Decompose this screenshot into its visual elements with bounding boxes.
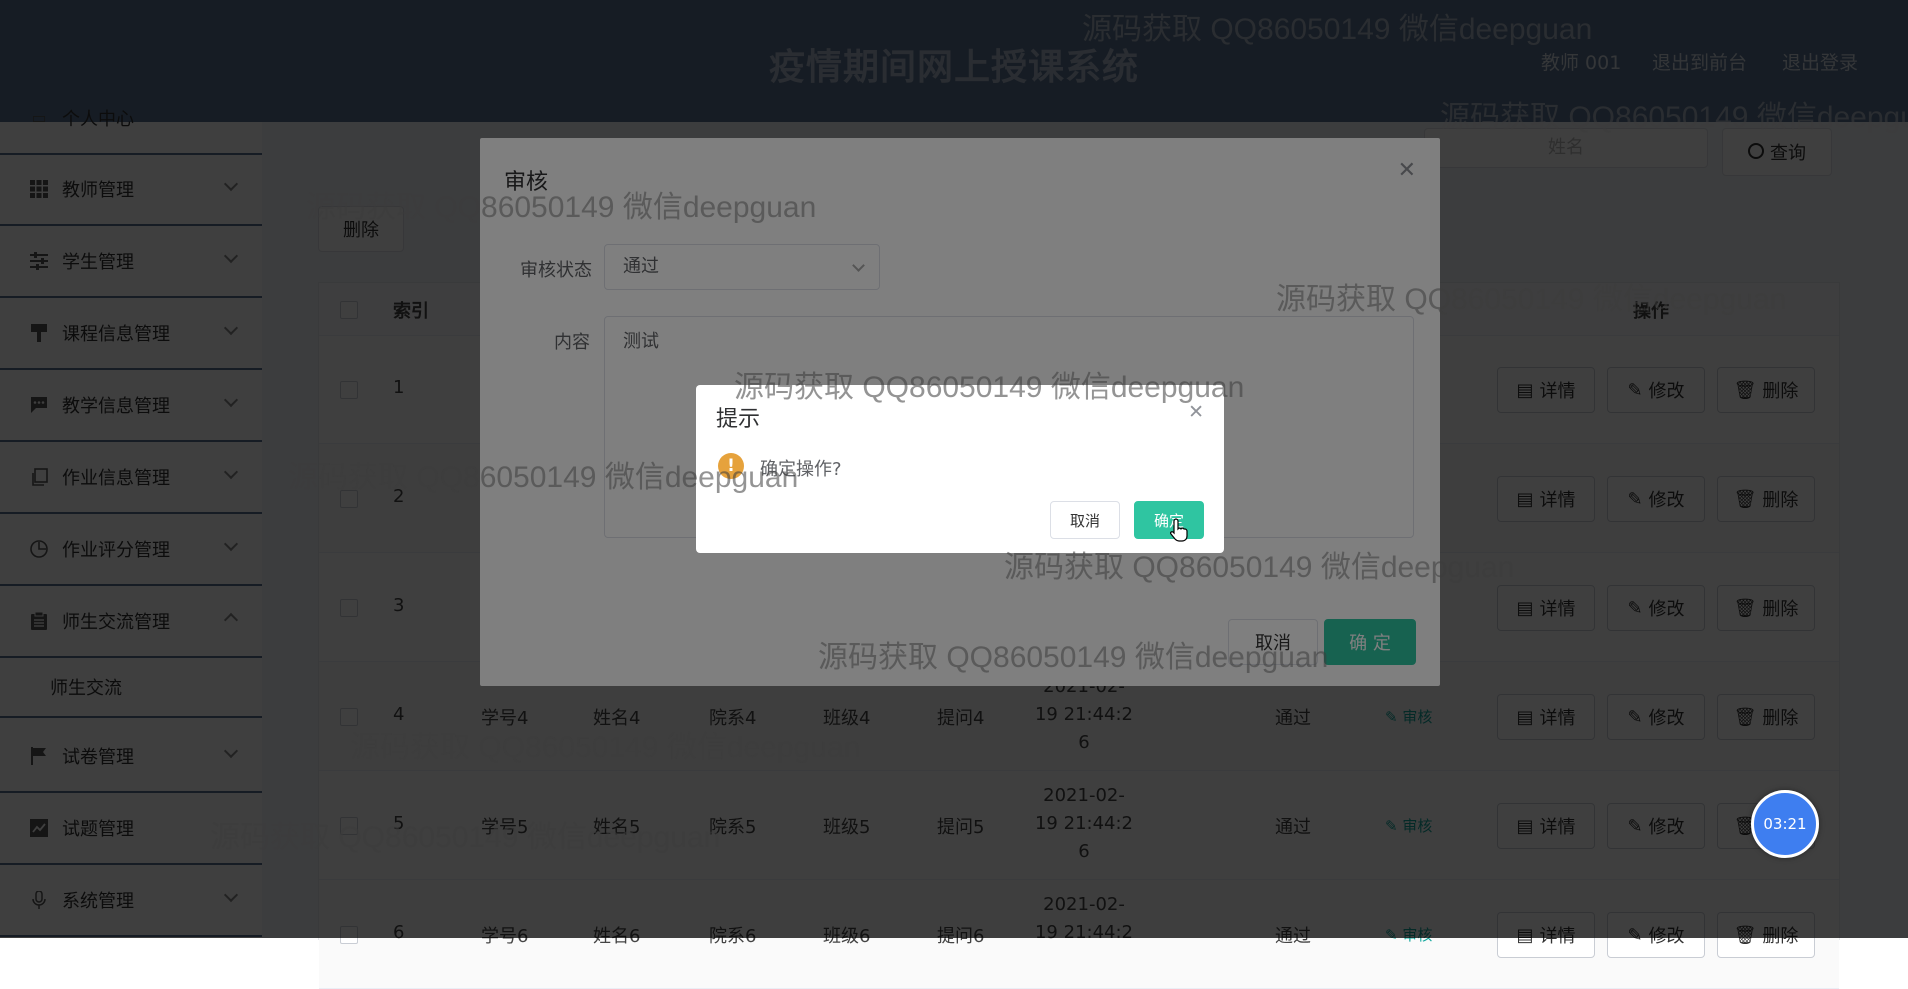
confirm-cancel-button[interactable]: 取消 — [1050, 501, 1120, 539]
watermark: 源码获取 QQ86050149 微信deepguan — [210, 821, 721, 854]
watermark: 源码获取 QQ86050149 微信deepguan — [734, 371, 1245, 404]
timer-badge[interactable]: 03:21 — [1751, 790, 1819, 858]
watermark: 源码获取 QQ86050149 微信deepguan — [818, 641, 1329, 674]
watermark: 源码获取 QQ86050149 微信deepguan — [350, 731, 861, 764]
watermark: 源码获取 QQ86050149 微信deepguan — [1082, 13, 1593, 46]
watermark: 源码获取 QQ86050149 微信deepguan — [288, 461, 799, 494]
confirm-ok-button[interactable]: 确定 — [1134, 501, 1204, 539]
watermark: 源码获取 QQ86050149 微信deepguan — [306, 191, 817, 224]
hand-cursor-icon — [1170, 518, 1188, 542]
watermark: 源码获取 QQ86050149 微信deepguan — [1276, 283, 1787, 316]
watermark: 源码获取 QQ86050149 微信deepguan — [1004, 551, 1515, 584]
watermark: 源码获取 QQ86050149 微信deepguan — [1440, 101, 1908, 134]
